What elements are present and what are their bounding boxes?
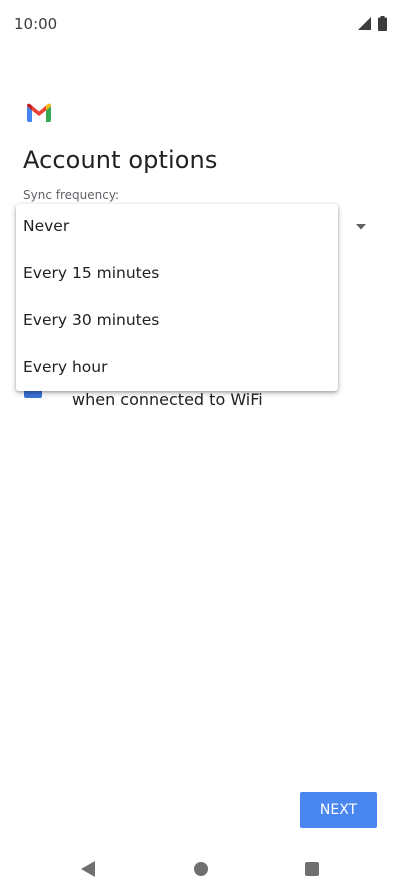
home-circle-icon[interactable]: [194, 862, 208, 876]
cellular-signal-icon: [358, 17, 371, 30]
next-button[interactable]: NEXT: [300, 792, 377, 828]
sync-frequency-label: Sync frequency:: [23, 188, 120, 202]
recents-square-icon[interactable]: [305, 862, 319, 876]
dropdown-arrow-icon[interactable]: [355, 223, 367, 231]
gmail-icon: [27, 103, 51, 122]
account-options-screen: 10:00 Account options Sync frequency: wh…: [0, 0, 401, 892]
menu-item-every-15-minutes[interactable]: Every 15 minutes: [16, 251, 338, 298]
menu-item-label: Every 30 minutes: [23, 311, 160, 329]
status-bar: 10:00: [0, 0, 401, 48]
menu-item-label: Never: [23, 217, 70, 235]
menu-item-label: Every 15 minutes: [23, 264, 160, 282]
page-title: Account options: [23, 146, 218, 174]
menu-item-every-hour[interactable]: Every hour: [16, 345, 338, 392]
battery-icon: [378, 16, 387, 31]
menu-item-never[interactable]: Never: [16, 204, 338, 251]
sync-frequency-menu: Never Every 15 minutes Every 30 minutes …: [16, 204, 338, 391]
back-triangle-icon[interactable]: [80, 860, 96, 878]
status-time: 10:00: [14, 15, 58, 33]
menu-item-label: Every hour: [23, 358, 108, 376]
wifi-checkbox-label: when connected to WiFi: [72, 390, 263, 409]
menu-item-every-30-minutes[interactable]: Every 30 minutes: [16, 298, 338, 345]
